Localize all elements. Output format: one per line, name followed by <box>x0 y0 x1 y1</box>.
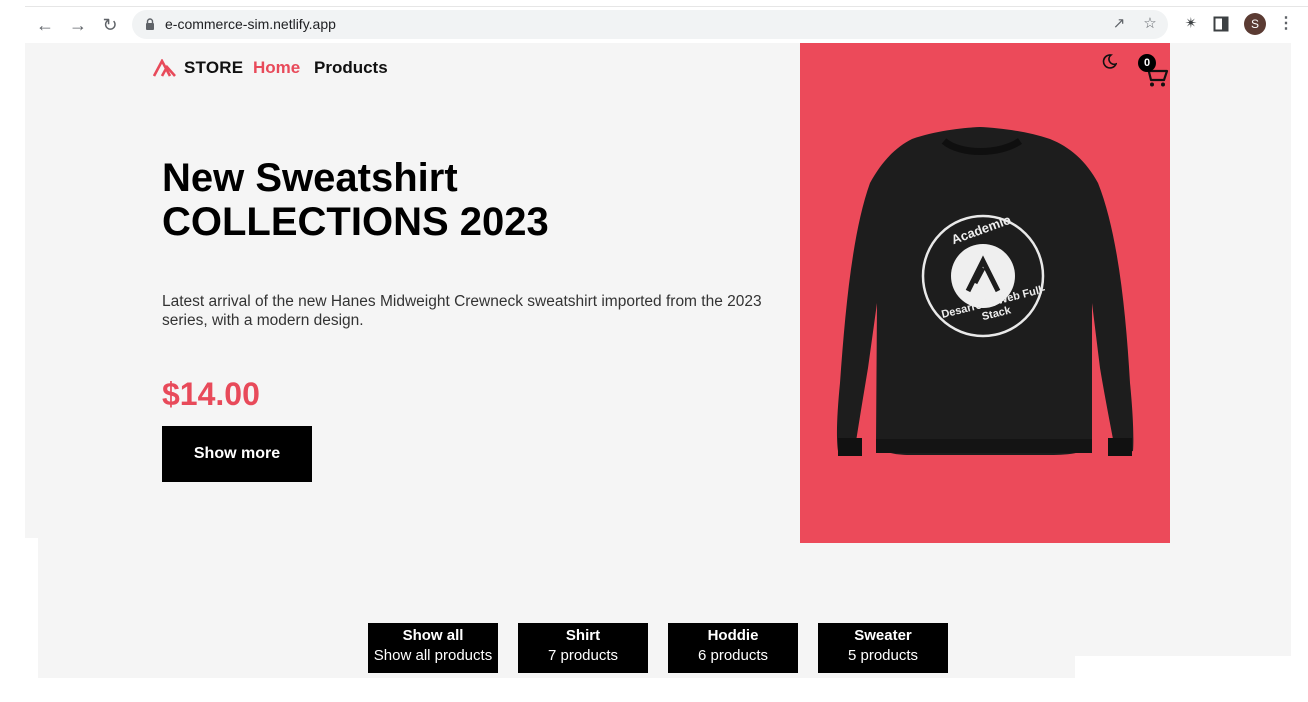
show-more-button[interactable]: Show more <box>162 426 312 482</box>
page-edge <box>1291 43 1295 583</box>
category-count: Show all products <box>373 647 493 664</box>
hero-title-line2: COLLECTIONS 2023 <box>162 200 549 244</box>
category-button-show-all[interactable]: Show all Show all products <box>368 623 498 673</box>
category-count: 6 products <box>697 647 769 664</box>
brand-name[interactable]: STORE <box>184 58 243 78</box>
star-icon[interactable]: ☆ <box>1140 14 1160 34</box>
profile-avatar[interactable]: S <box>1244 13 1266 35</box>
category-button-shirt[interactable]: Shirt 7 products <box>518 623 648 673</box>
browser-toolbar: ← → ↻ e-commerce-sim.netlify.app ↗ ☆ ✴ S… <box>25 6 1308 43</box>
sweatshirt-image <box>836 127 1134 456</box>
lock-icon <box>146 18 154 30</box>
nav-link-products[interactable]: Products <box>314 58 388 78</box>
category-count: 7 products <box>547 647 619 664</box>
category-button-sweater[interactable]: Sweater 5 products <box>818 623 948 673</box>
category-count: 5 products <box>847 647 919 664</box>
back-arrow-icon[interactable]: ← <box>34 14 56 36</box>
category-name: Hoddie <box>707 627 759 644</box>
category-name: Sweater <box>854 627 912 644</box>
side-panel-icon[interactable] <box>1213 16 1229 32</box>
reload-icon[interactable]: ↻ <box>99 14 121 36</box>
dark-mode-moon-icon[interactable] <box>1101 53 1117 69</box>
hero-description: Latest arrival of the new Hanes Midweigh… <box>162 293 762 329</box>
category-button-hoddie[interactable]: Hoddie 6 products <box>668 623 798 673</box>
store-logo-icon[interactable] <box>153 59 177 77</box>
hero-price: $14.00 <box>162 376 260 412</box>
menu-dots-icon[interactable]: ⋮ <box>1278 13 1294 35</box>
hero-image <box>800 43 1170 543</box>
nav-link-home[interactable]: Home <box>253 58 300 78</box>
category-name: Shirt <box>565 627 601 644</box>
tab-strip-edge <box>25 6 1308 7</box>
cart-count-badge: 0 <box>1138 54 1156 72</box>
category-name: Show all <box>402 627 464 644</box>
url-text[interactable]: e-commerce-sim.netlify.app <box>165 16 336 32</box>
address-bar[interactable]: e-commerce-sim.netlify.app ↗ ☆ <box>132 10 1168 39</box>
page-corner <box>1075 656 1295 680</box>
hero-title: New Sweatshirt COLLECTIONS 2023 <box>162 156 682 244</box>
forward-arrow-icon[interactable]: → <box>67 14 89 36</box>
hero-title-line1: New Sweatshirt <box>162 156 458 200</box>
share-icon[interactable]: ↗ <box>1109 14 1129 34</box>
extensions-icon[interactable]: ✴ <box>1181 14 1201 34</box>
